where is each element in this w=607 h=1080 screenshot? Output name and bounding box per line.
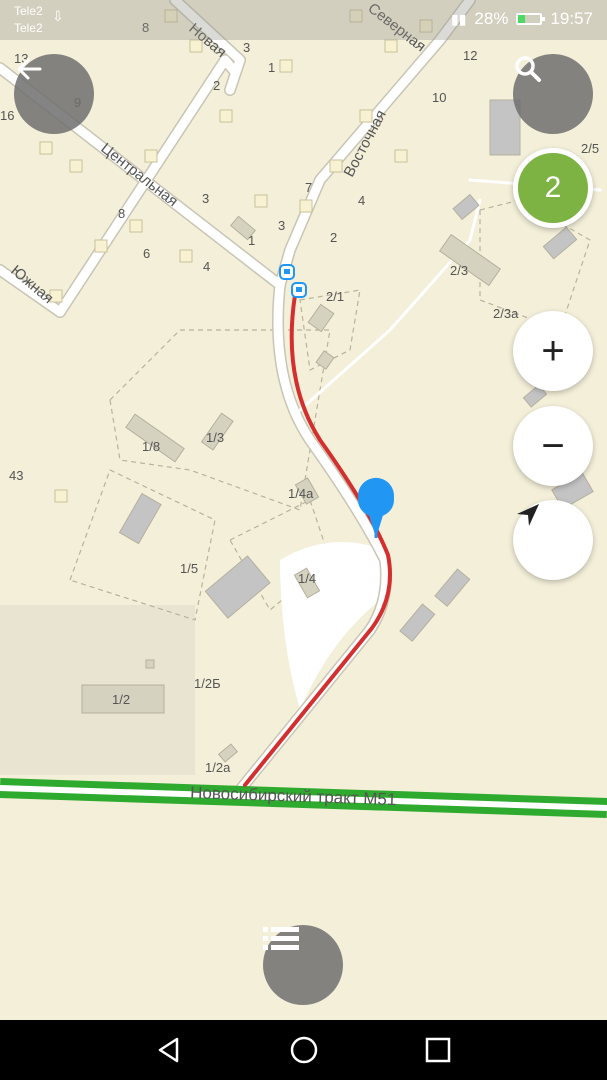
bus-stop-icon[interactable] (291, 282, 307, 298)
square-recents-icon (425, 1037, 451, 1063)
triangle-back-icon (158, 1037, 179, 1063)
house-number: 43 (9, 468, 23, 483)
navigation-arrow-icon (517, 504, 539, 526)
plus-icon: + (541, 329, 565, 373)
zoom-in-button[interactable]: + (513, 311, 593, 391)
house-number: 1/2Б (194, 676, 221, 691)
bus-stop-icon[interactable] (279, 264, 295, 280)
house-number: 2/1 (326, 289, 344, 304)
list-button[interactable] (263, 925, 343, 1005)
download-icon: ⇩ (52, 8, 64, 24)
list-icon (263, 927, 299, 950)
house-number: 6 (143, 246, 150, 261)
house-number: 2/3а (493, 306, 519, 321)
clock: 19:57 (550, 9, 593, 28)
house-number: 1 (268, 60, 275, 75)
map-view[interactable]: Новая Северная Восточная Центральная Южн… (0, 0, 607, 1020)
house-number: 1/4а (288, 486, 314, 501)
house-number: 7 (305, 180, 312, 195)
circle-home-icon (290, 1036, 318, 1064)
house-number: 1/4 (298, 571, 316, 586)
battery-icon (516, 13, 546, 25)
house-number: 16 (0, 108, 14, 123)
carrier-2: Tele2 (14, 21, 43, 35)
arrow-left-icon (17, 58, 42, 80)
search-icon (515, 56, 541, 82)
status-bar: Tele2 Tele2 ⇩ ▮▮ 28% 19:57 (0, 0, 607, 40)
house-number: 2/3 (450, 263, 468, 278)
house-number: 2 (213, 78, 220, 93)
nav-back-button[interactable] (139, 1020, 199, 1080)
house-number: 1/5 (180, 561, 198, 576)
house-number: 1/8 (142, 439, 160, 454)
system-nav-bar (0, 1020, 607, 1080)
battery-percent: 28% (474, 9, 509, 28)
signal-icon: ▮▮ (451, 10, 467, 27)
search-button[interactable] (513, 54, 593, 134)
house-number: 2/5 (581, 141, 599, 156)
house-number: 4 (203, 259, 210, 274)
zoom-out-button[interactable]: − (513, 406, 593, 486)
house-number: 1 (248, 233, 255, 248)
house-number: 2 (330, 230, 337, 245)
house-number: 1/2 (112, 692, 130, 707)
house-number: 3 (278, 218, 285, 233)
locate-button[interactable] (513, 500, 593, 580)
house-number: 8 (118, 206, 125, 221)
house-number: 12 (463, 48, 477, 63)
nav-home-button[interactable] (274, 1020, 334, 1080)
minus-icon: − (541, 424, 565, 468)
house-number: 1/3 (206, 430, 224, 445)
house-number: 4 (358, 193, 365, 208)
house-number: 3 (202, 191, 209, 206)
house-number: 10 (432, 90, 446, 105)
back-button[interactable] (14, 54, 94, 134)
house-number: 1/2а (205, 760, 231, 775)
cluster-badge[interactable]: 2 (513, 148, 593, 228)
nav-recents-button[interactable] (408, 1020, 468, 1080)
house-number: 3 (243, 40, 250, 55)
carrier-1: Tele2 (14, 4, 43, 18)
